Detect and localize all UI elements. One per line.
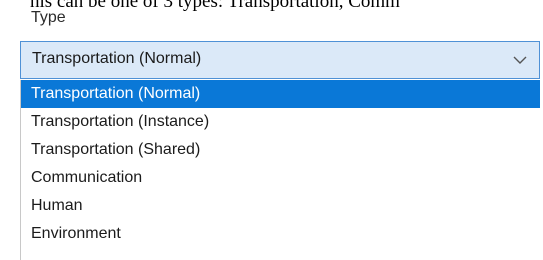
type-select-value: Transportation (Normal) <box>32 50 202 67</box>
option-environment[interactable]: Environment <box>21 220 540 248</box>
background-document-text: his can be one of 3 types: Transportatio… <box>30 0 400 12</box>
type-select[interactable]: Transportation (Normal) <box>20 41 540 79</box>
option-transportation-instance[interactable]: Transportation (Instance) <box>21 108 540 136</box>
type-dropdown-list: Transportation (Normal) Transportation (… <box>20 80 540 260</box>
option-communication[interactable]: Communication <box>21 164 540 192</box>
chevron-down-icon[interactable] <box>513 55 527 65</box>
option-transportation-shared[interactable]: Transportation (Shared) <box>21 136 540 164</box>
option-transportation-normal[interactable]: Transportation (Normal) <box>21 80 540 108</box>
type-label: Type <box>31 9 66 26</box>
option-human[interactable]: Human <box>21 192 540 220</box>
